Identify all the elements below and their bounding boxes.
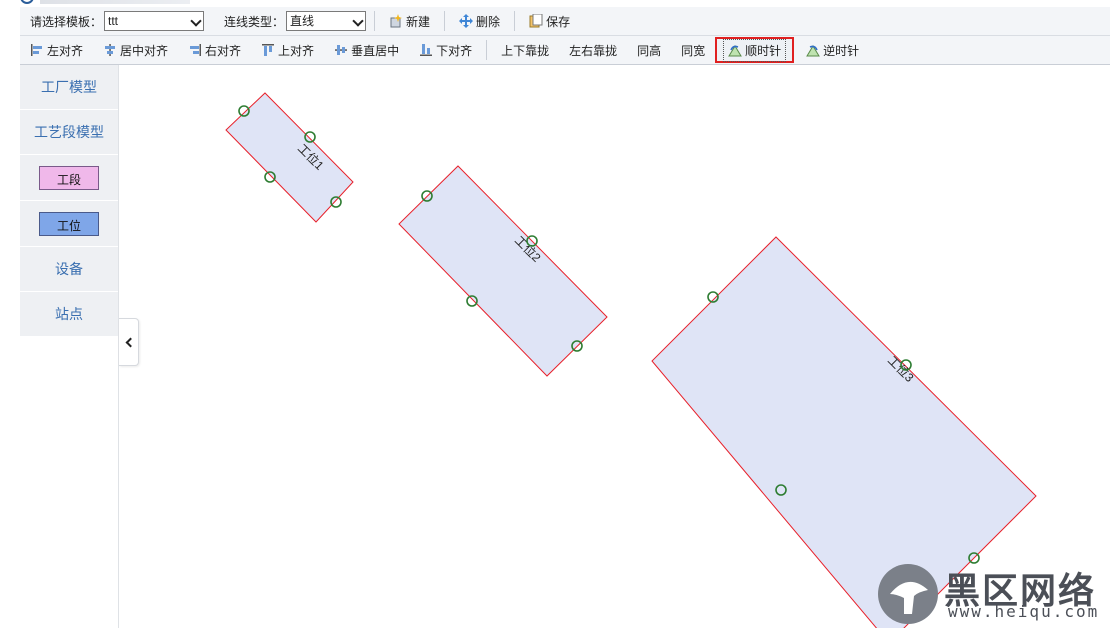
align-bottom-icon [419,43,433,57]
position-label: 工位 [56,218,81,233]
align-right-icon [188,43,202,57]
same-height-button[interactable]: 同高 [631,38,667,62]
align-toolbar: 左对齐 居中对齐 右对齐 上对齐 垂直居中 下对齐 上下靠拢 左右靠拢 同高 同… [20,36,1110,65]
sidebar-item-station[interactable]: 站点 [20,292,118,337]
same-width-button[interactable]: 同宽 [675,38,711,62]
delete-button[interactable]: 删除 [453,9,506,33]
align-bottom-button[interactable]: 下对齐 [413,38,478,62]
align-right-label: 右对齐 [205,43,242,58]
rotate-counterclockwise-label: 逆时针 [823,43,860,58]
station-shape-1[interactable]: 工位1 [225,92,354,223]
toolbar-separator [514,11,516,31]
app-logo-icon [20,0,34,4]
align-top-button[interactable]: 上对齐 [255,38,320,62]
new-icon [389,14,403,28]
save-button-label: 保存 [546,14,571,29]
align-bottom-label: 下对齐 [436,43,473,58]
save-button[interactable]: 保存 [523,9,576,33]
align-right-button[interactable]: 右对齐 [182,38,247,62]
window-title-fragment [40,0,190,4]
main-toolbar: 请选择模板： ttt 连线类型： 直线 新建 删除 保存 [20,7,1110,36]
chevron-down-icon [352,15,364,27]
align-left-button[interactable]: 左对齐 [24,38,89,62]
horizontal-distribute-button[interactable]: 左右靠拢 [563,38,623,62]
sidebar-item-factory-model[interactable]: 工厂模型 [20,65,118,110]
horizontal-distribute-label: 左右靠拢 [569,43,618,58]
toolbar-separator [486,40,488,60]
sidebar-item-equipment[interactable]: 设备 [20,247,118,292]
new-button[interactable]: 新建 [383,9,436,33]
align-left-icon [30,43,44,57]
rotate-clockwise-button[interactable]: 顺时针 [715,37,795,63]
design-canvas[interactable]: 工位1 工位2 工位3 [119,65,1110,628]
sidebar-item-label: 设备 [55,261,83,277]
station-shape-body[interactable] [225,92,354,223]
same-width-label: 同宽 [681,43,706,58]
chevron-left-icon [125,337,135,347]
align-middle-label: 垂直居中 [351,43,400,58]
segment-label: 工段 [56,172,81,187]
line-type-label: 连线类型： [224,14,285,29]
align-middle-button[interactable]: 垂直居中 [328,38,405,62]
watermark: 黑区网络 www.heiqu.com [878,560,1110,628]
sidebar-item-label: 工厂模型 [41,79,97,95]
sidebar-item-label: 站点 [55,306,83,322]
align-middle-icon [334,43,348,57]
vertical-distribute-button[interactable]: 上下靠拢 [495,38,555,62]
same-height-label: 同高 [637,43,662,58]
align-center-icon [103,43,117,57]
window-title-strip [0,0,1110,7]
sidebar-collapse-button[interactable] [119,318,139,366]
align-left-label: 左对齐 [47,43,84,58]
template-label: 请选择模板： [30,14,103,29]
watermark-url: www.heiqu.com [948,602,1100,621]
align-center-label: 居中对齐 [120,43,169,58]
canvas-svg: 工位1 工位2 工位3 [225,92,1037,628]
toolbar-separator [374,11,376,31]
line-type-select[interactable]: 直线 [286,11,367,31]
sidebar-item-label: 工艺段模型 [34,124,104,140]
delete-button-label: 删除 [476,14,501,29]
rotate-clockwise-icon [728,43,743,57]
align-center-button[interactable]: 居中对齐 [97,38,174,62]
align-top-label: 上对齐 [278,43,315,58]
segment-swatch[interactable]: 工段 [39,165,99,190]
mushroom-logo-icon [878,564,938,624]
station-shape-2[interactable]: 工位2 [398,165,608,377]
toolbar-separator [444,11,446,31]
template-select-value: ttt [108,14,119,28]
save-icon [529,13,543,28]
position-tool[interactable]: 工位 [20,201,118,247]
rotate-clockwise-focus: 顺时针 [723,38,787,62]
vertical-distribute-label: 上下靠拢 [501,43,550,58]
rotate-clockwise-label: 顺时针 [745,43,782,58]
sidebar-item-process-model[interactable]: 工艺段模型 [20,110,118,155]
model-sidebar: 工厂模型 工艺段模型 工段 工位 设备 站点 [20,65,119,628]
template-select[interactable]: ttt [104,11,205,31]
chevron-down-icon [190,15,202,27]
station-shape-body[interactable] [398,165,608,377]
rotate-counterclockwise-icon [806,43,821,57]
segment-tool[interactable]: 工段 [20,155,118,201]
move-delete-icon [459,14,474,28]
align-top-icon [261,43,275,57]
position-swatch[interactable]: 工位 [39,211,99,236]
new-button-label: 新建 [406,14,431,29]
rotate-counterclockwise-button[interactable]: 逆时针 [800,38,865,62]
line-type-select-value: 直线 [290,14,315,28]
